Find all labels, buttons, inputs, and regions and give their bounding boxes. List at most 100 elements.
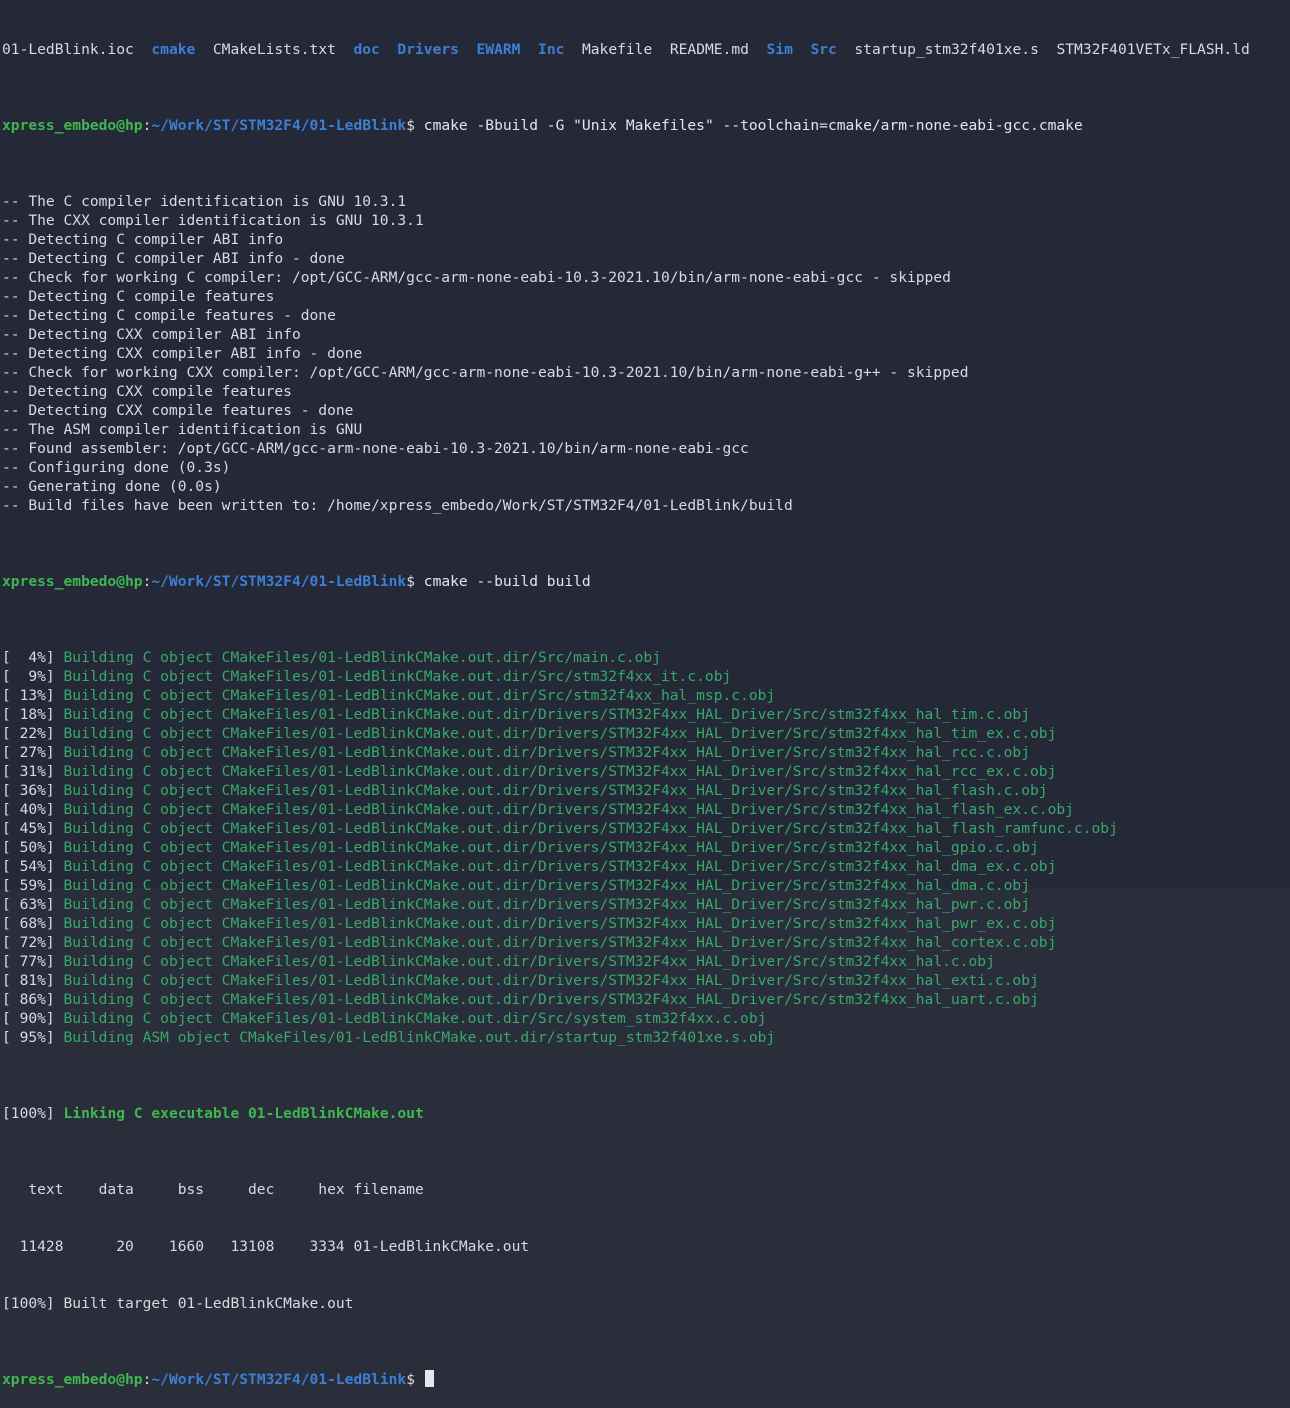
build-message: Building C object CMakeFiles/01-LedBlink…	[63, 877, 1030, 894]
progress-percent: [ 18%]	[2, 706, 55, 723]
progress-percent: [ 50%]	[2, 839, 55, 856]
build-output-line: [ 68%] Building C object CMakeFiles/01-L…	[2, 914, 1290, 933]
build-output-line: [ 50%] Building C object CMakeFiles/01-L…	[2, 838, 1290, 857]
listing-file: Makefile	[581, 41, 653, 58]
configure-output-line: -- Found assembler: /opt/GCC-ARM/gcc-arm…	[2, 440, 749, 457]
configure-output-line: -- Detecting C compile features - done	[2, 307, 336, 324]
listing-directory: Sim	[766, 41, 793, 58]
build-output-line: [ 63%] Building C object CMakeFiles/01-L…	[2, 895, 1290, 914]
progress-percent: [ 27%]	[2, 744, 55, 761]
listing-file: 01-LedBlink.ioc	[2, 41, 134, 58]
build-message: Building C object CMakeFiles/01-LedBlink…	[63, 991, 1039, 1008]
configure-output-line: -- Detecting CXX compiler ABI info	[2, 326, 301, 343]
prompt-line-configure: xpress_embedo@hp:~/Work/ST/STM32F4/01-Le…	[2, 116, 1290, 135]
progress-percent: [ 68%]	[2, 915, 55, 932]
build-output-line: [ 40%] Building C object CMakeFiles/01-L…	[2, 800, 1290, 819]
build-message: Building C object CMakeFiles/01-LedBlink…	[63, 744, 1030, 761]
build-output-line: [ 77%] Building C object CMakeFiles/01-L…	[2, 952, 1290, 971]
build-message: Building C object CMakeFiles/01-LedBlink…	[63, 934, 1057, 951]
listing-file: README.md	[669, 41, 749, 58]
configure-output-line: -- Detecting C compiler ABI info - done	[2, 250, 345, 267]
build-message: Building C object CMakeFiles/01-LedBlink…	[63, 953, 995, 970]
configure-output: -- The C compiler identification is GNU …	[2, 192, 1290, 515]
terminal-window[interactable]: 01-LedBlink.ioc cmake CMakeLists.txt doc…	[0, 0, 1290, 1388]
build-command: cmake --build build	[423, 573, 591, 590]
progress-percent: [ 13%]	[2, 687, 55, 704]
configure-output-line: -- Check for working CXX compiler: /opt/…	[2, 364, 969, 381]
build-message: Building C object CMakeFiles/01-LedBlink…	[63, 972, 1039, 989]
progress-percent: [100%]	[2, 1105, 55, 1122]
link-message: Linking C executable 01-LedBlinkCMake.ou…	[63, 1105, 424, 1122]
configure-output-line: -- Generating done (0.0s)	[2, 478, 222, 495]
prompt-path: ~/Work/ST/STM32F4/01-LedBlink	[151, 1371, 407, 1388]
listing-directory: Inc	[538, 41, 565, 58]
build-message: Building C object CMakeFiles/01-LedBlink…	[63, 649, 661, 666]
build-message: Building C object CMakeFiles/01-LedBlink…	[63, 839, 1039, 856]
prompt-separator: :	[142, 1371, 152, 1388]
link-line: [100%] Linking C executable 01-LedBlinkC…	[2, 1104, 1290, 1123]
progress-percent: [ 81%]	[2, 972, 55, 989]
build-output-line: [ 45%] Building C object CMakeFiles/01-L…	[2, 819, 1290, 838]
prompt-symbol: $	[406, 1371, 424, 1388]
build-message: Building C object CMakeFiles/01-LedBlink…	[63, 1010, 767, 1027]
progress-percent: [ 9%]	[2, 668, 55, 685]
prompt-user-host: xpress_embedo@hp	[2, 117, 143, 134]
build-message: Building ASM object CMakeFiles/01-LedBli…	[63, 1029, 776, 1046]
build-output-line: [ 4%] Building C object CMakeFiles/01-Le…	[2, 648, 1290, 667]
listing-directory: doc	[353, 41, 380, 58]
progress-percent: [ 40%]	[2, 801, 55, 818]
configure-output-line: -- Detecting CXX compiler ABI info - don…	[2, 345, 363, 362]
build-output-line: [ 86%] Building C object CMakeFiles/01-L…	[2, 990, 1290, 1009]
configure-output-line: -- Check for working C compiler: /opt/GC…	[2, 269, 951, 286]
progress-percent: [ 31%]	[2, 763, 55, 780]
prompt-symbol: $	[406, 573, 424, 590]
build-output-line: [ 31%] Building C object CMakeFiles/01-L…	[2, 762, 1290, 781]
build-message: Building C object CMakeFiles/01-LedBlink…	[63, 706, 1030, 723]
listing-directory: EWARM	[476, 41, 521, 58]
text-cursor[interactable]	[424, 1370, 434, 1387]
progress-percent: [ 95%]	[2, 1029, 55, 1046]
build-output-line: [ 54%] Building C object CMakeFiles/01-L…	[2, 857, 1290, 876]
build-message: Building C object CMakeFiles/01-LedBlink…	[63, 782, 1048, 799]
configure-output-line: -- Build files have been written to: /ho…	[2, 497, 793, 514]
build-output-line: [ 95%] Building ASM object CMakeFiles/01…	[2, 1028, 1290, 1047]
progress-percent: [ 86%]	[2, 991, 55, 1008]
prompt-user-host: xpress_embedo@hp	[2, 1371, 143, 1388]
prompt-line-active[interactable]: xpress_embedo@hp:~/Work/ST/STM32F4/01-Le…	[2, 1370, 1290, 1389]
progress-percent: [ 45%]	[2, 820, 55, 837]
build-output-line: [ 18%] Building C object CMakeFiles/01-L…	[2, 705, 1290, 724]
configure-output-line: -- The CXX compiler identification is GN…	[2, 212, 424, 229]
configure-output-line: -- Configuring done (0.3s)	[2, 459, 231, 476]
ls-listing-line: 01-LedBlink.ioc cmake CMakeLists.txt doc…	[2, 40, 1290, 59]
build-output-line: [ 13%] Building C object CMakeFiles/01-L…	[2, 686, 1290, 705]
configure-output-line: -- Detecting C compiler ABI info	[2, 231, 284, 248]
build-message: Building C object CMakeFiles/01-LedBlink…	[63, 915, 1057, 932]
build-message: Building C object CMakeFiles/01-LedBlink…	[63, 763, 1057, 780]
build-message: Building C object CMakeFiles/01-LedBlink…	[63, 801, 1074, 818]
listing-file: CMakeLists.txt	[212, 41, 336, 58]
build-output-line: [ 22%] Building C object CMakeFiles/01-L…	[2, 724, 1290, 743]
prompt-path: ~/Work/ST/STM32F4/01-LedBlink	[151, 573, 407, 590]
build-message: Building C object CMakeFiles/01-LedBlink…	[63, 820, 1118, 837]
built-target-line: [100%] Built target 01-LedBlinkCMake.out	[2, 1295, 354, 1312]
build-output-line: [ 72%] Building C object CMakeFiles/01-L…	[2, 933, 1290, 952]
build-message: Building C object CMakeFiles/01-LedBlink…	[63, 896, 1030, 913]
configure-output-line: -- The ASM compiler identification is GN…	[2, 421, 363, 438]
prompt-path: ~/Work/ST/STM32F4/01-LedBlink	[151, 117, 407, 134]
build-message: Building C object CMakeFiles/01-LedBlink…	[63, 858, 1057, 875]
size-table-row: 11428 20 1660 13108 3334 01-LedBlinkCMak…	[2, 1238, 530, 1255]
progress-percent: [ 63%]	[2, 896, 55, 913]
configure-output-line: -- Detecting C compile features	[2, 288, 275, 305]
configure-output-line: -- Detecting CXX compile features	[2, 383, 292, 400]
listing-directory: cmake	[151, 41, 196, 58]
configure-output-line: -- Detecting CXX compile features - done	[2, 402, 354, 419]
build-message: Building C object CMakeFiles/01-LedBlink…	[63, 668, 732, 685]
build-output-line: [ 90%] Building C object CMakeFiles/01-L…	[2, 1009, 1290, 1028]
configure-command: cmake -Bbuild -G "Unix Makefiles" --tool…	[423, 117, 1083, 134]
listing-directory: Drivers	[397, 41, 459, 58]
build-message: Building C object CMakeFiles/01-LedBlink…	[63, 725, 1057, 742]
progress-percent: [ 77%]	[2, 953, 55, 970]
progress-percent: [ 90%]	[2, 1010, 55, 1027]
size-table-header: text data bss dec hex filename	[2, 1181, 424, 1198]
progress-percent: [ 36%]	[2, 782, 55, 799]
